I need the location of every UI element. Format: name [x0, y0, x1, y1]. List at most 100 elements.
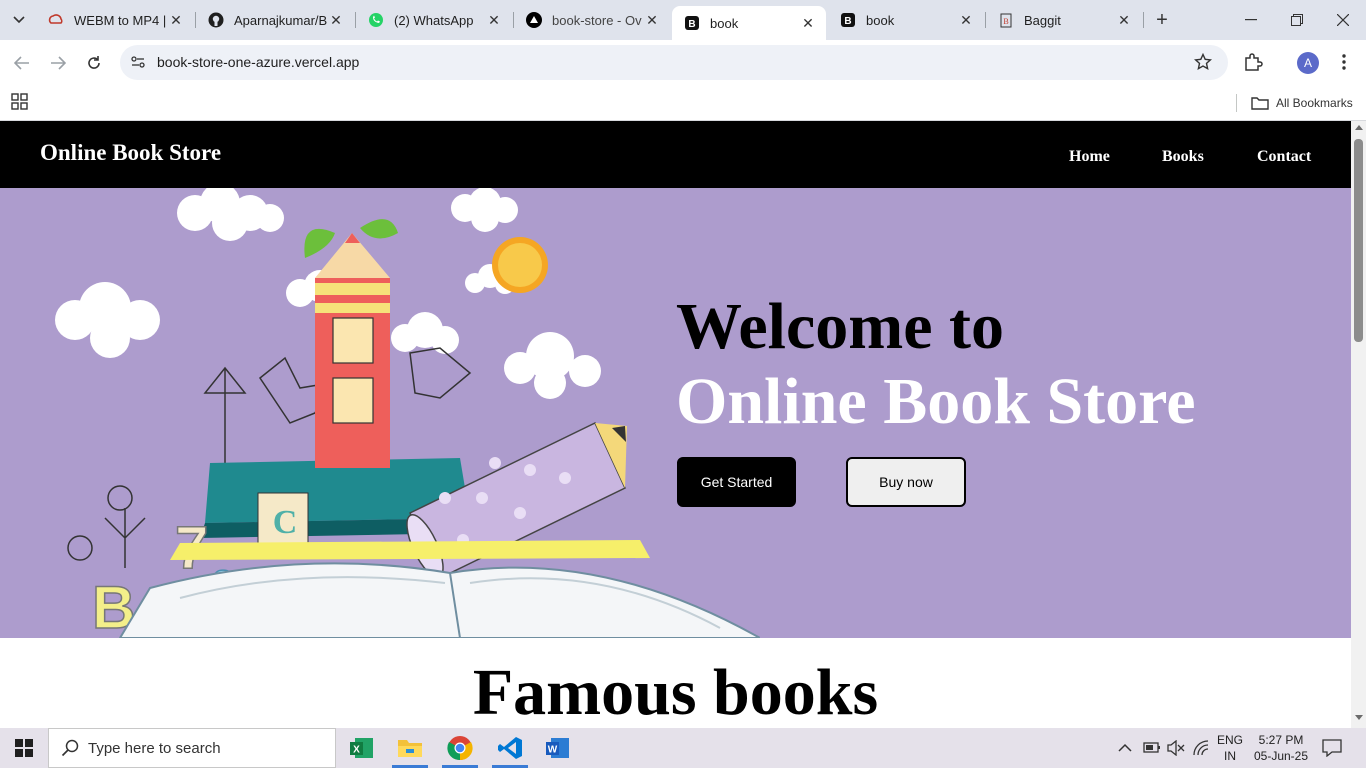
notification-icon[interactable]	[1322, 739, 1342, 762]
minimize-button[interactable]	[1228, 0, 1274, 40]
site-info-icon[interactable]	[130, 54, 146, 75]
close-icon[interactable]: ✕	[1116, 12, 1132, 28]
close-icon[interactable]: ✕	[168, 12, 184, 28]
close-icon[interactable]: ✕	[486, 12, 502, 28]
tab-title: book-store - Ov	[552, 12, 642, 28]
start-button[interactable]	[0, 728, 48, 768]
bootstrap-icon: B	[684, 15, 700, 31]
close-window-button[interactable]	[1320, 0, 1366, 40]
windows-logo-icon	[15, 739, 33, 757]
apps-grid-icon[interactable]	[11, 93, 29, 116]
sun	[492, 237, 548, 293]
tab-title: book	[710, 15, 739, 31]
tab-title: WEBM to MP4 | C	[74, 12, 168, 28]
folder-icon	[1251, 97, 1269, 110]
address-bar[interactable]: book-store-one-azure.vercel.app	[120, 45, 1228, 80]
taskbar-search-box[interactable]: Type here to search	[48, 728, 336, 768]
scrollbar-thumb[interactable]	[1354, 139, 1363, 342]
clock-time: 5:27 PM	[1258, 733, 1304, 747]
page-scrollbar[interactable]	[1351, 121, 1366, 728]
bookmarks-bar: All Bookmarks	[0, 86, 1366, 121]
search-icon	[61, 739, 79, 757]
hero-heading-line1: Welcome to	[676, 290, 1005, 363]
volume-muted-icon[interactable]	[1167, 739, 1185, 761]
more-menu-icon[interactable]	[1336, 53, 1352, 76]
tab-vercel[interactable]: book-store - Ov ✕	[514, 0, 670, 40]
tab-github[interactable]: Aparnajkumar/B ✕	[196, 0, 354, 40]
forward-button[interactable]	[46, 51, 70, 75]
network-icon[interactable]	[1193, 740, 1211, 761]
cloudconvert-icon	[48, 12, 64, 28]
vercel-icon	[526, 12, 542, 28]
restore-button[interactable]	[1274, 0, 1320, 40]
chevron-up-icon[interactable]	[1118, 740, 1132, 758]
plus-icon: +	[1156, 8, 1168, 31]
extensions-icon[interactable]	[1243, 52, 1263, 77]
nav-home[interactable]: Home	[1069, 148, 1110, 166]
windows-taskbar: Type here to search X W ENG IN 5:27 PM 0…	[0, 728, 1366, 768]
tab-webm-to-mp4[interactable]: WEBM to MP4 | C ✕	[36, 0, 194, 40]
region-code: IN	[1224, 749, 1236, 763]
star-icon[interactable]	[1193, 52, 1213, 76]
whatsapp-icon	[368, 12, 384, 28]
close-icon[interactable]: ✕	[800, 15, 816, 31]
baggit-icon: B	[998, 12, 1014, 28]
close-icon[interactable]: ✕	[328, 12, 344, 28]
vscode-taskbar-icon[interactable]	[486, 728, 534, 768]
minimize-icon	[1245, 19, 1257, 21]
excel-taskbar-icon[interactable]: X	[338, 728, 386, 768]
close-icon	[1337, 14, 1349, 26]
url-text[interactable]: book-store-one-azure.vercel.app	[157, 54, 359, 70]
chrome-taskbar-icon[interactable]	[436, 728, 484, 768]
chevron-down-icon	[13, 16, 25, 24]
battery-icon[interactable]	[1143, 740, 1161, 759]
tab-whatsapp[interactable]: (2) WhatsApp ✕	[356, 0, 512, 40]
buy-now-button[interactable]: Buy now	[846, 457, 966, 507]
site-navbar: Online Book Store Home Books Contact	[0, 121, 1351, 188]
all-bookmarks-label: All Bookmarks	[1276, 96, 1353, 110]
tab-search-button[interactable]	[8, 9, 30, 31]
profile-avatar[interactable]: A	[1297, 52, 1319, 74]
tab-title: Aparnajkumar/B	[234, 12, 328, 28]
svg-text:B: B	[688, 19, 695, 30]
search-placeholder: Type here to search	[88, 739, 221, 757]
file-explorer-taskbar-icon[interactable]	[386, 728, 434, 768]
language-indicator[interactable]: ENG IN	[1214, 732, 1246, 764]
tab-baggit[interactable]: B Baggit ✕	[986, 0, 1142, 40]
browser-toolbar: book-store-one-azure.vercel.app A	[0, 40, 1366, 86]
arrow-left-icon	[14, 56, 29, 70]
bootstrap-icon: B	[840, 12, 856, 28]
restore-icon	[1291, 14, 1303, 26]
github-icon	[208, 12, 224, 28]
get-started-button[interactable]: Get Started	[677, 457, 796, 507]
hero-illustration: C 7 B 2	[55, 188, 760, 638]
reload-icon	[88, 56, 100, 69]
close-icon[interactable]: ✕	[644, 12, 660, 28]
tab-title: Baggit	[1024, 12, 1061, 28]
scroll-up-arrow-icon[interactable]	[1355, 125, 1363, 130]
clock[interactable]: 5:27 PM 05-Jun-25	[1252, 732, 1310, 764]
tab-book-active[interactable]: B book ✕	[672, 6, 826, 40]
new-tab-button[interactable]: +	[1150, 8, 1174, 32]
site-brand[interactable]: Online Book Store	[40, 140, 221, 166]
scroll-down-arrow-icon[interactable]	[1355, 715, 1363, 720]
back-button[interactable]	[10, 51, 34, 75]
tab-title: book	[866, 12, 895, 28]
page-viewport: Online Book Store Home Books Contact C B…	[0, 121, 1351, 728]
nav-contact[interactable]: Contact	[1257, 148, 1311, 166]
svg-text:B: B	[844, 16, 851, 27]
clock-date: 05-Jun-25	[1253, 749, 1309, 763]
word-taskbar-icon[interactable]: W	[534, 728, 582, 768]
close-icon[interactable]: ✕	[958, 12, 974, 28]
svg-text:X: X	[353, 745, 360, 756]
reload-button[interactable]	[82, 51, 106, 75]
tab-strip: WEBM to MP4 | C ✕ Aparnajkumar/B ✕ (2) W…	[0, 0, 1366, 40]
nav-books[interactable]: Books	[1162, 148, 1204, 166]
hero-section: C 7 B 2 Welcome to Online Book Store Get…	[0, 188, 1351, 638]
tab-book[interactable]: B book ✕	[828, 0, 984, 40]
svg-text:C: C	[273, 504, 298, 541]
hero-heading-line2: Online Book Store	[676, 365, 1196, 438]
svg-text:W: W	[548, 745, 558, 756]
arrow-right-icon	[51, 56, 66, 70]
all-bookmarks-button[interactable]: All Bookmarks	[1251, 92, 1353, 114]
